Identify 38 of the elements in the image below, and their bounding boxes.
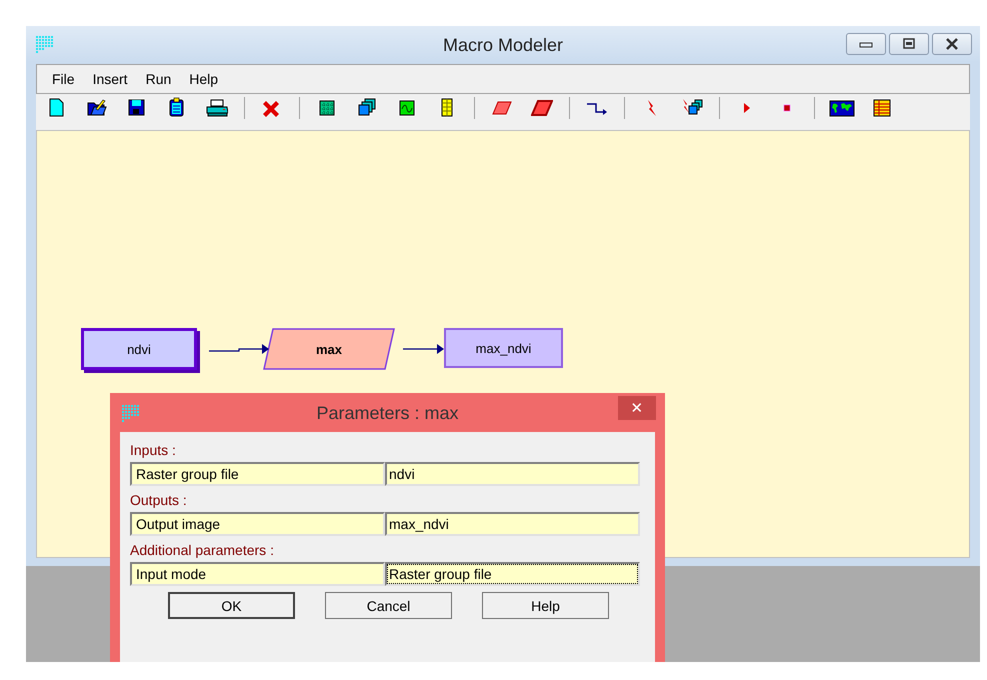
table-grid-icon [871, 97, 893, 119]
maximize-button[interactable] [889, 33, 929, 55]
parameter-value-field[interactable]: max_ndvi [385, 512, 640, 536]
dialog-button[interactable]: OK [168, 592, 295, 619]
menu-item[interactable]: Run [136, 71, 180, 87]
image-node[interactable]: max_ndvi [444, 328, 563, 368]
section-heading: Additional parameters : [130, 542, 275, 558]
window-title: Macro Modeler [442, 35, 564, 56]
connector-arrow [209, 344, 269, 354]
section-heading: Inputs : [130, 442, 177, 458]
minimize-button[interactable] [846, 33, 886, 55]
parameter-name-cell: Input mode [130, 562, 385, 586]
parameter-name-cell: Output image [130, 512, 385, 536]
connector-arrow [403, 344, 444, 354]
section-heading: Outputs : [130, 492, 188, 508]
printer-icon [206, 97, 228, 119]
minimize-icon [859, 40, 873, 48]
raster-group-node[interactable]: ndvi [81, 328, 197, 370]
app-logo-icon [34, 34, 54, 54]
parameter-value-field[interactable]: Raster group file [385, 562, 640, 586]
dialog-button[interactable]: Help [482, 592, 609, 619]
restore-icon [902, 38, 916, 50]
link-bolt-icon [647, 99, 657, 117]
dialog-button[interactable]: Cancel [325, 592, 452, 619]
parameter-name-cell: Raster group file [130, 462, 385, 486]
parameter-value-field[interactable]: ndvi [385, 462, 640, 486]
module-node[interactable]: max [263, 328, 395, 370]
menu-item[interactable]: Insert [84, 71, 137, 87]
close-icon [945, 38, 959, 50]
menu-item[interactable]: Help [180, 71, 228, 87]
run-triangle-icon [743, 102, 751, 114]
stop-square-icon [783, 104, 791, 112]
close-button[interactable] [932, 33, 972, 55]
menu-item[interactable]: File [43, 71, 84, 87]
close-button[interactable]: ✕ [618, 396, 656, 420]
dialog-title: Parameters : max [316, 403, 459, 424]
submodel-parallelogram-icon [531, 97, 553, 119]
app-logo-icon [120, 402, 140, 422]
